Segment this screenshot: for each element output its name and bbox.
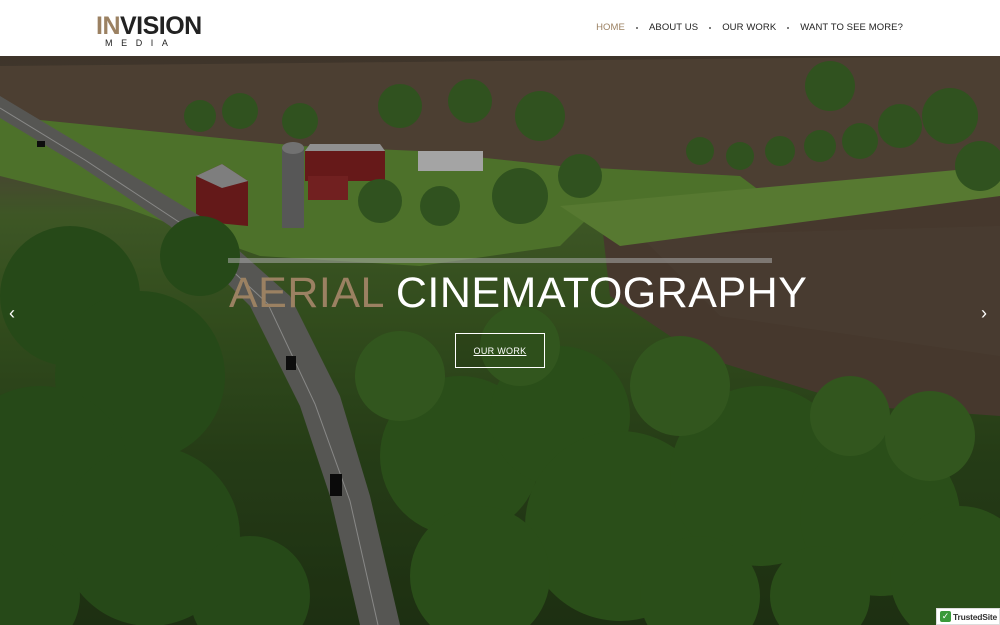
trustedsite-label: TrustedSite: [953, 611, 998, 622]
site-header: INVISION MEDIA HOME ABOUT US OUR WORK WA…: [0, 0, 1000, 56]
nav-separator: [709, 27, 712, 29]
nav-our-work[interactable]: OUR WORK: [722, 21, 776, 35]
logo[interactable]: INVISION MEDIA: [96, 13, 202, 48]
hero-headline: AERIAL CINEMATOGRAPHY: [229, 266, 807, 320]
chevron-right-icon[interactable]: ›: [981, 304, 991, 322]
main-nav: HOME ABOUT US OUR WORK WANT TO SEE MORE?: [596, 21, 903, 35]
our-work-button[interactable]: OUR WORK: [455, 333, 545, 368]
headline-word-aerial: AERIAL: [229, 269, 384, 317]
headline-word-cinematography: CINEMATOGRAPHY: [395, 269, 808, 317]
headline-decor-bar: [228, 258, 772, 263]
nav-home[interactable]: HOME: [596, 21, 625, 35]
nav-separator: [635, 27, 638, 29]
logo-subtitle: MEDIA: [105, 38, 177, 48]
hero-slider: AERIAL CINEMATOGRAPHY OUR WORK ‹ ›: [0, 56, 1000, 625]
check-icon: ✓: [940, 611, 951, 622]
logo-accent-text: IN: [96, 12, 121, 40]
logo-main-text: VISION: [120, 12, 202, 40]
logo-wordmark: INVISION: [96, 13, 202, 39]
chevron-left-icon[interactable]: ‹: [9, 304, 19, 322]
nav-want-to-see-more[interactable]: WANT TO SEE MORE?: [800, 21, 903, 35]
nav-about-us[interactable]: ABOUT US: [649, 21, 698, 35]
trustedsite-badge[interactable]: ✓ TrustedSite: [936, 608, 1000, 625]
nav-separator: [787, 27, 790, 29]
